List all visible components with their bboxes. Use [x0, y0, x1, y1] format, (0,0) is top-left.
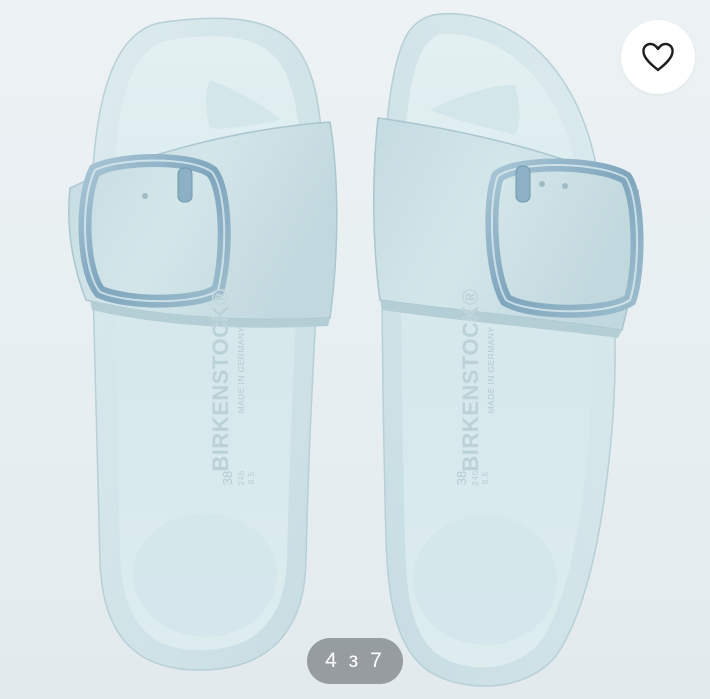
- left-size-sub-a: 245: [236, 470, 246, 485]
- right-size-sub-a: 245: [470, 470, 480, 485]
- left-origin-mark: MADE IN GERMANY: [236, 327, 246, 414]
- left-brand-mark: BIRKENSTOCK®: [208, 288, 233, 471]
- image-counter: 4 з 7: [307, 638, 403, 684]
- right-origin-mark: MADE IN GERMANY: [486, 327, 496, 414]
- product-photo[interactable]: BIRKENSTOCK® MADE IN GERMANY 38 245 8.5: [0, 0, 710, 699]
- right-size-sub-b: 8.5: [480, 471, 490, 484]
- favorite-button[interactable]: [621, 20, 695, 94]
- left-size-sub-b: 8.5: [246, 471, 256, 484]
- left-sandal: BIRKENSTOCK® MADE IN GERMANY 38 245 8.5: [68, 17, 338, 671]
- product-image-viewer[interactable]: BIRKENSTOCK® MADE IN GERMANY 38 245 8.5: [0, 0, 710, 699]
- right-size-mark: 38: [454, 471, 469, 485]
- right-sandal: BIRKENSTOCK® MADE IN GERMANY 38 245 8.5: [372, 12, 644, 687]
- image-counter-text: 4 з 7: [325, 649, 385, 672]
- right-brand-mark: BIRKENSTOCK®: [458, 288, 483, 471]
- left-size-mark: 38: [220, 471, 235, 485]
- heart-icon: [642, 42, 674, 72]
